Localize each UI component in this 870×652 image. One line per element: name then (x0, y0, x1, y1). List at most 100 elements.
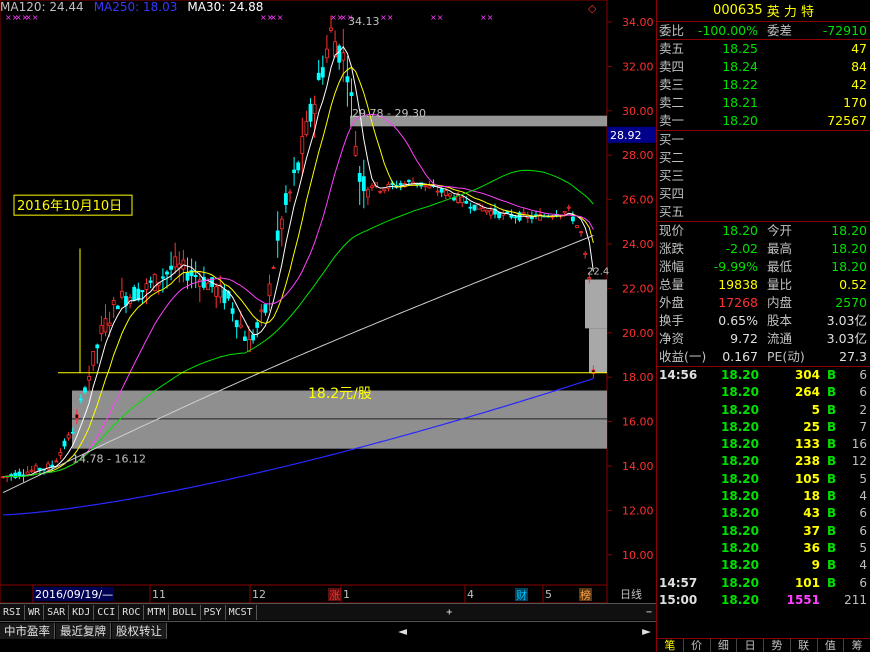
tick-side: B (827, 558, 837, 573)
candle-body (70, 431, 75, 434)
gap-zone-right2 (589, 328, 607, 373)
tick-row: 18.20 105 B 5 (657, 471, 870, 488)
candle-body (165, 271, 169, 275)
y-tick-label: 20.00 (622, 327, 654, 340)
tick-row: 18.20 43 B 6 (657, 505, 870, 522)
candle-body (251, 334, 256, 341)
stock-title: 000635 英 力 特 (657, 0, 870, 22)
event-marker[interactable]: 榜 (580, 588, 591, 602)
indicator-tab-boll[interactable]: BOLL (169, 604, 201, 620)
panel-tab[interactable]: 价 (684, 639, 711, 652)
candle-body (382, 188, 387, 192)
candle-body (185, 272, 190, 281)
candle-body (107, 322, 112, 327)
tick-count: 6 (859, 575, 867, 590)
event-marker[interactable]: 涨 (329, 589, 340, 602)
tick-row: 18.20 37 B 6 (657, 523, 870, 540)
candle-body (324, 48, 329, 59)
panel-tab[interactable]: 日 (737, 639, 764, 652)
candle-body (54, 460, 59, 463)
expand-icon[interactable]: ◇ (588, 2, 597, 15)
indicator-tab-wr[interactable]: WR (25, 604, 45, 620)
tick-count: 6 (859, 368, 867, 382)
bottom-tab[interactable]: 股权转让 (112, 622, 167, 639)
indicator-tab-kdj[interactable]: KDJ (69, 604, 95, 620)
indicator-tab-mtm[interactable]: MTM (144, 604, 170, 620)
ask-levels: 卖五 18.25 47 卖四 18.24 84 卖三 18.22 42 卖二 18.21 170 卖一 1… (657, 40, 870, 130)
candle-body (230, 308, 235, 314)
period-label[interactable]: 日线 (620, 587, 642, 601)
tick-count: 6 (859, 523, 867, 538)
weibi-value: -100.00% (697, 23, 758, 38)
add-indicator-button[interactable]: + (442, 605, 456, 620)
candle-body (505, 211, 510, 214)
indicator-tab-roc[interactable]: ROC (119, 604, 145, 620)
panel-tabs: 笔价细日势联值筹 (657, 638, 870, 652)
quote-label: 换手 (659, 313, 685, 328)
candle-body (29, 469, 34, 472)
bid-label: 买五 (659, 204, 685, 219)
tick-price: 18.20 (721, 419, 759, 434)
quote-panel: 000635 英 力 特 委比 -100.00% 委差 -72910 卖五 18.… (656, 0, 870, 652)
collapse-indicator-button[interactable]: − (642, 605, 656, 620)
tick-volume: 1551 (786, 592, 820, 607)
candle-body (435, 190, 440, 193)
candle-body (337, 45, 342, 63)
panel-tab[interactable]: 笔 (657, 639, 684, 652)
y-tick-label: 18.00 (622, 371, 654, 384)
tick-side: B (827, 489, 837, 504)
ask-label: 卖四 (659, 59, 685, 74)
panel-tab[interactable]: 值 (818, 639, 845, 652)
ask-price: 18.20 (722, 113, 758, 128)
quote-label: PE(动) (767, 349, 805, 364)
candle-body (587, 277, 592, 280)
kline-chart[interactable]: 34.00 32.00 30.00 28.00 26.00 24.00 22.00 20.00… (0, 0, 656, 603)
panel-tab[interactable]: 势 (764, 639, 791, 652)
panel-tab[interactable]: 筹 (844, 639, 870, 652)
candle-body (353, 145, 358, 156)
candle-body (320, 67, 325, 78)
indicator-tab-mcst[interactable]: MCST (226, 604, 257, 620)
tick-price: 18.20 (721, 385, 759, 400)
tick-row: 18.20 9 B 4 (657, 557, 870, 574)
candle-body (370, 185, 374, 188)
scroll-left-icon[interactable]: ◄ (394, 622, 411, 639)
tick-row: 18.20 238 B 12 (657, 453, 870, 470)
bid-label: 买三 (659, 168, 685, 183)
bottom-tab[interactable]: 最近复牌 (56, 622, 111, 639)
tick-side: B (827, 575, 837, 590)
quote-label: 量比 (767, 277, 793, 292)
candle-body (365, 189, 370, 198)
quote-label: 今开 (767, 223, 793, 238)
quote-row: 总量 19838 量比 0.52 (657, 276, 870, 294)
x-tick-label: 5 (545, 588, 552, 601)
quote-value: 18.20 (831, 259, 867, 274)
tick-price: 18.20 (721, 489, 759, 504)
quote-stats: 现价 18.20 今开 18.20 涨跌 -2.02 最高 18.20 涨幅 -9.99% 最低 18… (657, 222, 870, 366)
candle-body (83, 387, 87, 393)
bottom-tab[interactable]: 中市盈率 (0, 622, 55, 639)
tick-row: 18.20 264 B 6 (657, 384, 870, 401)
candle-body (271, 266, 276, 269)
y-tick-label: 22.00 (622, 282, 654, 295)
tick-volume: 101 (794, 575, 820, 590)
indicator-tab-rsi[interactable]: RSI (0, 604, 26, 620)
y-tick-label: 30.00 (622, 105, 654, 118)
candle-body (398, 183, 403, 186)
candle-body (378, 190, 383, 193)
weibi-row: 委比 -100.00% 委差 -72910 (657, 22, 870, 40)
tick-side: B (827, 385, 837, 400)
indicator-tab-cci[interactable]: CCI (94, 604, 120, 620)
panel-tab[interactable]: 联 (791, 639, 818, 652)
indicator-tab-sar[interactable]: SAR (44, 604, 70, 620)
candle-body (439, 188, 444, 193)
quote-value: 0.65% (718, 313, 758, 328)
tick-side: B (827, 523, 837, 538)
event-marker-icon: ×× (340, 13, 353, 22)
event-marker[interactable]: 财 (516, 588, 527, 602)
scroll-right-icon[interactable]: ► (638, 622, 655, 639)
svg-text:2016年10月10日: 2016年10月10日 (17, 199, 122, 214)
indicator-tab-psy[interactable]: PSY (201, 604, 226, 620)
panel-tab[interactable]: 细 (711, 639, 738, 652)
y-tick-label: 28.00 (622, 149, 654, 162)
